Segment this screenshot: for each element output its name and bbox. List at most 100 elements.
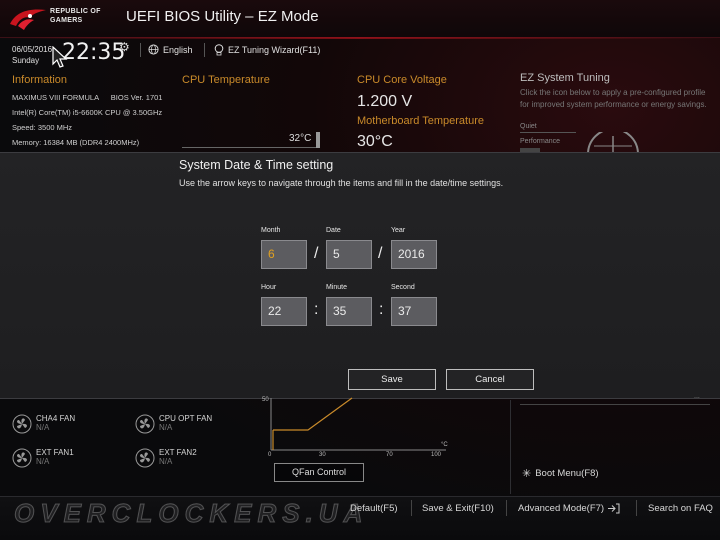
advanced-mode-button[interactable]: Advanced Mode(F7) [518, 503, 620, 514]
date-display[interactable]: 06/05/2016 Sunday [12, 44, 52, 66]
fan-value: N/A [36, 457, 50, 466]
time-separator: : [314, 301, 319, 318]
information-panel: Information MAXIMUS VIII FORMULA BIOS Ve… [12, 74, 162, 150]
search-faq-button[interactable]: Search on FAQ [648, 503, 713, 514]
hour-field[interactable]: 22 [261, 297, 307, 326]
default-button[interactable]: Default(F5) [350, 503, 398, 514]
divider [520, 132, 576, 133]
ez-option-quiet[interactable]: Quiet [520, 123, 537, 130]
fan-item: CHA4 FAN N/A [12, 414, 75, 434]
board-info: MAXIMUS VIII FORMULA BIOS Ver. 1701 [12, 90, 162, 105]
header-stripe [0, 37, 720, 39]
boot-menu-button[interactable]: ✳ Boot Menu(F8) [522, 467, 599, 480]
language-label: English [163, 44, 193, 55]
fan-item: EXT FAN2 N/A [135, 448, 197, 468]
divider [510, 400, 511, 494]
dialog-title: System Date & Time setting [179, 158, 334, 172]
cpu-temp-value: 32°C [289, 133, 312, 144]
memory-info: Memory: 16384 MB (DDR4 2400MHz) [12, 138, 140, 147]
cpu-temp-gauge [316, 132, 320, 148]
ez-option-performance[interactable]: Performance [520, 138, 560, 145]
exit-arrow-icon [608, 503, 620, 514]
lightbulb-icon [214, 44, 224, 56]
qfan-control-button[interactable]: QFan Control [274, 463, 364, 482]
date-separator: / [378, 245, 383, 262]
fan-item: EXT FAN1 N/A [12, 448, 74, 468]
speedometer-icon[interactable] [586, 132, 640, 154]
boot-menu-label: Boot Menu(F8) [535, 468, 599, 479]
more-dots: ... [694, 393, 700, 400]
cancel-button[interactable]: Cancel [446, 369, 534, 390]
save-exit-button[interactable]: Save & Exit(F10) [422, 503, 494, 514]
cpu-temp-title: CPU Temperature [182, 74, 270, 86]
brand-line1: REPUBLIC OF [50, 8, 101, 15]
chart-x-tick: 100 [431, 452, 442, 458]
mb-temp-title: Motherboard Temperature [357, 115, 484, 127]
chart-y-label: 50 [262, 397, 269, 403]
ez-tuning-panel: EZ System Tuning Click the icon below to… [520, 72, 710, 111]
fan-icon [135, 414, 155, 434]
bios-version: BIOS Ver. 1701 [110, 93, 163, 102]
mb-temp-value: 30°C [357, 133, 393, 150]
chart-x-tick: 30 [319, 452, 326, 458]
ez-tuning-wizard-button[interactable]: EZ Tuning Wizard(F11) [214, 44, 320, 56]
language-selector[interactable]: English [148, 44, 193, 55]
brand-text: REPUBLIC OF GAMERS [50, 7, 101, 25]
gear-icon[interactable]: ⚙ [119, 40, 130, 54]
fan-name: EXT FAN1 [36, 448, 74, 457]
boot-priority-list [520, 388, 710, 405]
information-title: Information [12, 74, 68, 86]
month-label: Month [261, 227, 281, 234]
fan-name: EXT FAN2 [159, 448, 197, 457]
ez-tuning-desc: Click the icon below to apply a pre-conf… [520, 88, 707, 109]
divider [204, 43, 205, 57]
chart-x-unit: °C [441, 442, 448, 448]
minute-field[interactable]: 35 [326, 297, 372, 326]
fan-curve-line [273, 397, 353, 431]
chart-x-tick: 0 [268, 452, 272, 458]
bios-screen: REPUBLIC OF GAMERS UEFI BIOS Utility – E… [0, 0, 720, 540]
cpu-info: Intel(R) Core(TM) i5-6600K CPU @ 3.50GHz [12, 108, 163, 117]
fan-name: CHA4 FAN [36, 414, 76, 423]
year-field[interactable]: 2016 [391, 240, 437, 269]
dialog-description: Use the arrow keys to navigate through t… [179, 178, 504, 188]
fan-item: CPU OPT FAN N/A [135, 414, 212, 434]
minute-label: Minute [326, 284, 348, 291]
advanced-mode-label: Advanced Mode(F7) [518, 503, 605, 514]
cpu-temp-bar [182, 147, 318, 148]
brand-line2: GAMERS [50, 17, 83, 24]
save-button[interactable]: Save [348, 369, 436, 390]
wizard-label: EZ Tuning Wizard(F11) [228, 45, 321, 55]
ez-tuning-title: EZ System Tuning [520, 72, 610, 84]
sparkle-icon: ✳ [522, 468, 532, 480]
second-field[interactable]: 37 [391, 297, 437, 326]
date-field[interactable]: 5 [326, 240, 372, 269]
date-text: 06/05/2016 [12, 45, 53, 54]
second-label: Second [391, 284, 415, 291]
clock[interactable]: 22:35 [62, 40, 125, 65]
mouse-cursor-icon [52, 46, 68, 68]
fan-value: N/A [159, 457, 173, 466]
fan-icon [12, 448, 32, 468]
app-title: UEFI BIOS Utility – EZ Mode [126, 8, 319, 25]
cpu-voltage-title: CPU Core Voltage [357, 74, 447, 86]
fan-icon [12, 414, 32, 434]
time-separator: : [379, 301, 384, 318]
chart-x-tick: 70 [386, 452, 393, 458]
divider [411, 500, 412, 516]
divider [140, 43, 141, 57]
hour-label: Hour [261, 284, 277, 291]
fan-name: CPU OPT FAN [159, 414, 213, 423]
globe-icon [148, 44, 159, 55]
divider [506, 500, 507, 516]
fan-value: N/A [159, 423, 173, 432]
divider [636, 500, 637, 516]
fan-curve-chart[interactable] [260, 392, 450, 460]
month-field[interactable]: 6 [261, 240, 307, 269]
year-label: Year [391, 227, 406, 234]
rog-logo-icon [10, 9, 46, 30]
fan-value: N/A [36, 423, 50, 432]
board-name: MAXIMUS VIII FORMULA [12, 93, 99, 102]
cpu-voltage-value: 1.200 V [357, 93, 413, 110]
fan-icon [135, 448, 155, 468]
